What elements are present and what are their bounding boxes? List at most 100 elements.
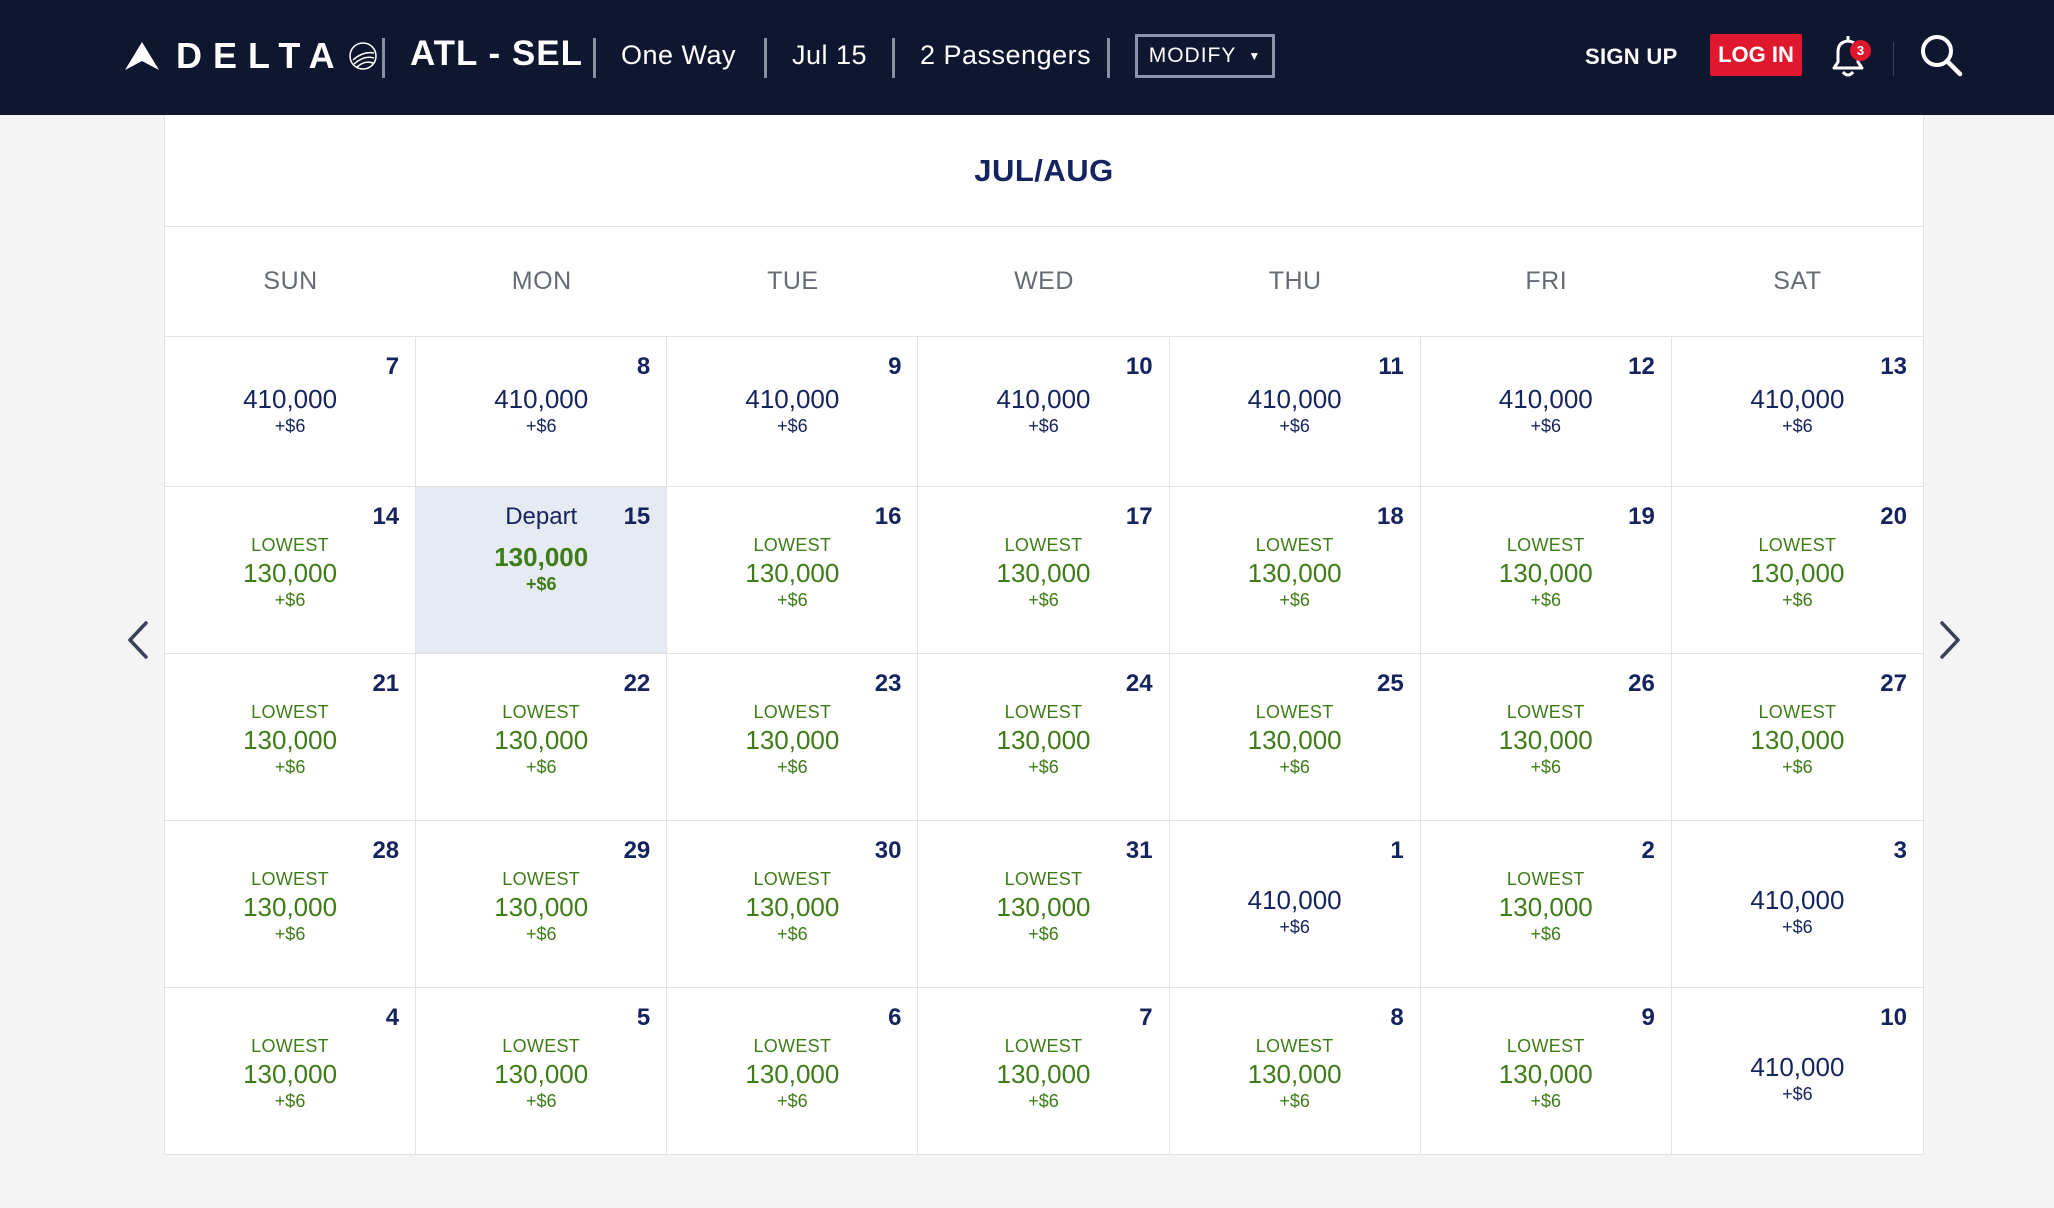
fee-amount: +$6	[525, 416, 557, 436]
day-cell[interactable]: 6 LOWEST 130,000 +$6	[667, 988, 919, 1155]
fare-info: LOWEST 130,000 +$6	[1421, 700, 1671, 778]
day-cell[interactable]: 8 410,000 +$6	[416, 337, 668, 487]
delta-logo[interactable]: DELTA	[124, 35, 380, 76]
miles-price: 130,000	[1750, 558, 1845, 588]
fee-amount: +$6	[777, 757, 808, 777]
miles-price: 130,000	[494, 542, 589, 572]
fee-amount: +$6	[777, 1091, 808, 1111]
day-cell[interactable]: 23 LOWEST 130,000 +$6	[667, 654, 919, 821]
day-cell[interactable]: 30 LOWEST 130,000 +$6	[667, 821, 919, 988]
next-month-button[interactable]	[1930, 615, 1970, 665]
fare-info: LOWEST 130,000 +$6	[1170, 700, 1420, 778]
lowest-fare-label: LOWEST	[1255, 702, 1334, 722]
weekday-wed: WED	[1014, 267, 1074, 295]
lowest-fare-label: LOWEST	[1758, 702, 1837, 722]
lowest-fare-label: LOWEST	[1004, 869, 1083, 889]
fee-amount: +$6	[1782, 416, 1813, 436]
fee-amount: +$6	[1530, 757, 1562, 777]
sign-up-link[interactable]: SIGN UP	[1585, 44, 1678, 70]
lowest-fare-label: LOWEST	[753, 702, 832, 722]
fee-amount: +$6	[1279, 917, 1310, 937]
day-cell[interactable]: 9 LOWEST 130,000 +$6	[1421, 988, 1672, 1155]
miles-price: 410,000	[745, 384, 840, 414]
miles-price: 130,000	[1498, 725, 1593, 755]
miles-price: 130,000	[745, 558, 840, 588]
miles-price: 410,000	[494, 384, 589, 414]
day-cell[interactable]: 9 410,000 +$6	[667, 337, 919, 487]
fee-amount: +$6	[777, 924, 808, 944]
day-cell[interactable]: 26 LOWEST 130,000 +$6	[1420, 654, 1672, 821]
day-number: 16	[874, 503, 902, 530]
day-cell[interactable]: 8 LOWEST 130,000 +$6	[1170, 988, 1421, 1155]
day-cell[interactable]: 14 LOWEST 130,000 +$6	[165, 487, 417, 654]
miles-price: 130,000	[996, 558, 1091, 588]
lowest-fare-label: LOWEST	[753, 1036, 832, 1056]
day-cell[interactable]: 1 410,000 +$6	[1169, 821, 1421, 988]
day-cell[interactable]: 12 410,000 +$6	[1420, 337, 1672, 487]
fee-amount: +$6	[525, 924, 557, 944]
day-number: 18	[1377, 503, 1404, 530]
weekday-sun: SUN	[263, 267, 318, 295]
day-cell[interactable]: 7 410,000 +$6	[165, 337, 417, 487]
day-cell[interactable]: 24 LOWEST 130,000 +$6	[918, 654, 1170, 821]
day-cell[interactable]: 18 LOWEST 130,000 +$6	[1169, 487, 1421, 654]
day-number: 30	[874, 837, 902, 864]
fare-info: LOWEST 130,000 +$6	[1421, 1034, 1671, 1112]
day-cell[interactable]: 7 LOWEST 130,000 +$6	[918, 988, 1170, 1155]
day-number: 26	[1628, 670, 1655, 697]
fee-amount: +$6	[777, 416, 808, 436]
miles-price: 130,000	[996, 725, 1091, 755]
fare-info: LOWEST 130,000 +$6	[416, 1034, 666, 1112]
day-cell[interactable]: 5 LOWEST 130,000 +$6	[416, 988, 668, 1155]
day-cell[interactable]: 28 LOWEST 130,000 +$6	[165, 821, 417, 988]
day-cell[interactable]: 21 LOWEST 130,000 +$6	[165, 654, 417, 821]
lowest-fare-label: LOWEST	[1004, 535, 1083, 555]
fee-amount: +$6	[274, 1091, 306, 1111]
day-cell[interactable]: 31 LOWEST 130,000 +$6	[918, 821, 1170, 988]
day-number: 10	[1880, 1004, 1907, 1031]
miles-price: 410,000	[1750, 885, 1845, 915]
fee-amount: +$6	[1279, 590, 1310, 610]
day-cell[interactable]: 2 LOWEST 130,000 +$6	[1420, 821, 1672, 988]
day-cell[interactable]: 4 LOWEST 130,000 +$6	[165, 988, 417, 1155]
day-cell[interactable]: 22 LOWEST 130,000 +$6	[416, 654, 668, 821]
previous-month-button[interactable]	[118, 615, 158, 665]
notifications-button[interactable]: 3	[1826, 34, 1871, 80]
fare-info: LOWEST 130,000 +$6	[165, 867, 415, 945]
day-cell[interactable]: 10 410,000 +$6	[918, 337, 1170, 487]
lowest-fare-label: LOWEST	[1255, 535, 1334, 555]
log-in-button[interactable]: LOG IN	[1710, 34, 1802, 76]
day-number: 1	[1390, 837, 1404, 864]
fare-info: LOWEST 130,000 +$6	[165, 700, 415, 778]
day-cell[interactable]: 3 410,000 +$6	[1671, 821, 1923, 988]
fare-info: LOWEST 130,000 +$6	[667, 1034, 917, 1112]
day-cell[interactable]: 13 410,000 +$6	[1671, 337, 1923, 487]
fare-info: 410,000 +$6	[165, 383, 415, 437]
day-cell[interactable]: 11 410,000 +$6	[1169, 337, 1421, 487]
search-button[interactable]	[1918, 32, 1964, 78]
miles-price: 130,000	[243, 892, 338, 922]
day-cell[interactable]: 10 410,000 +$6	[1672, 988, 1923, 1155]
day-cell-selected[interactable]: 15 Depart 130,000 +$6	[416, 487, 668, 654]
day-cell[interactable]: 27 LOWEST 130,000 +$6	[1671, 654, 1923, 821]
day-cell[interactable]: 17 LOWEST 130,000 +$6	[918, 487, 1170, 654]
fee-amount: +$6	[525, 1091, 557, 1111]
day-cell[interactable]: 29 LOWEST 130,000 +$6	[416, 821, 668, 988]
divider	[593, 38, 596, 78]
skyteam-globe-icon	[348, 42, 377, 70]
day-cell[interactable]: 16 LOWEST 130,000 +$6	[667, 487, 919, 654]
calendar-grid: 7 410,000 +$6 8 410,000 +$6 9 410,000 +$6 10 410,0…	[165, 337, 1923, 1155]
fare-info: LOWEST 130,000 +$6	[1421, 867, 1671, 945]
day-cell[interactable]: 25 LOWEST 130,000 +$6	[1169, 654, 1421, 821]
fare-info: 410,000 +$6	[1170, 884, 1420, 938]
travel-date: Jul 15	[792, 40, 868, 70]
fee-amount: +$6	[1279, 1091, 1310, 1111]
day-number: 23	[874, 670, 902, 697]
day-cell[interactable]: 19 LOWEST 130,000 +$6	[1420, 487, 1672, 654]
day-number: 10	[1125, 353, 1153, 380]
modify-button[interactable]: MODIFY ▼	[1135, 34, 1275, 78]
lowest-fare-label: LOWEST	[1506, 702, 1585, 722]
fare-info: 410,000 +$6	[1421, 383, 1671, 437]
fee-amount: +$6	[1028, 924, 1059, 944]
day-cell[interactable]: 20 LOWEST 130,000 +$6	[1671, 487, 1923, 654]
